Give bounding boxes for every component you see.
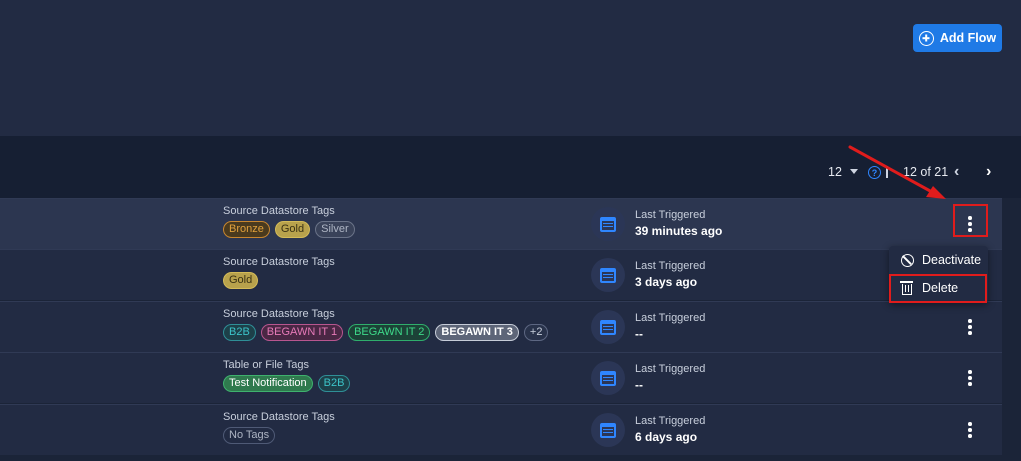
tag-list: Bronze Gold Silver: [223, 221, 355, 238]
tag: B2B: [317, 375, 351, 392]
calendar-icon: [591, 310, 625, 344]
deactivate-menu-item[interactable]: Deactivate: [889, 247, 988, 273]
last-triggered-label: Last Triggered: [635, 363, 706, 375]
tag-list: No Tags: [223, 427, 276, 444]
more-options-icon[interactable]: [961, 420, 979, 440]
tag: Bronze: [223, 221, 270, 238]
tag-title: Source Datastore Tags: [223, 256, 335, 268]
tag: Test Notification: [223, 375, 313, 392]
deactivate-label: Deactivate: [922, 253, 982, 267]
last-triggered-value: --: [635, 378, 643, 392]
calendar-icon: [591, 207, 625, 241]
tag-title: Source Datastore Tags: [223, 411, 335, 423]
last-triggered-label: Last Triggered: [635, 415, 706, 427]
tag: No Tags: [223, 427, 276, 444]
more-tags-badge[interactable]: +2: [523, 324, 549, 341]
tag-title: Table or File Tags: [223, 359, 310, 371]
tag-list: Gold: [223, 272, 259, 289]
add-flow-label: Add Flow: [939, 31, 997, 45]
tag-list: B2B BEGAWN IT 1 BEGAWN IT 2 BEGAWN IT 3 …: [223, 324, 549, 341]
last-triggered-value: 39 minutes ago: [635, 224, 723, 238]
add-flow-button[interactable]: Add Flow: [913, 24, 1002, 52]
toolbar: [0, 136, 1021, 198]
last-triggered-value: 3 days ago: [635, 275, 698, 289]
last-triggered-label: Last Triggered: [635, 260, 706, 272]
tag: Gold: [274, 221, 311, 238]
highlight-box: [889, 274, 987, 303]
highlight-box: [953, 204, 988, 237]
tag-list: Test Notification B2B: [223, 375, 351, 392]
last-triggered-label: Last Triggered: [635, 312, 706, 324]
calendar-icon: [591, 258, 625, 292]
help-icon[interactable]: ?: [868, 166, 881, 179]
more-options-icon[interactable]: [961, 368, 979, 388]
page-header: [0, 0, 1021, 136]
chevron-left-icon[interactable]: ‹: [954, 163, 959, 181]
divider: [886, 166, 888, 178]
tag: Silver: [315, 221, 355, 238]
more-options-icon[interactable]: [961, 317, 979, 337]
flow-row[interactable]: Source Datastore Tags B2B BEGAWN IT 1 BE…: [0, 301, 1002, 352]
tag-title: Source Datastore Tags: [223, 205, 335, 217]
last-triggered-value: 6 days ago: [635, 430, 698, 444]
chevron-right-icon[interactable]: ›: [986, 163, 991, 181]
tag: BEGAWN IT 3: [435, 324, 519, 341]
last-triggered-value: --: [635, 327, 643, 341]
caret-down-icon[interactable]: [850, 169, 858, 174]
tag-title: Source Datastore Tags: [223, 308, 335, 320]
ban-icon: [899, 253, 915, 267]
flow-row[interactable]: Table or File Tags Test Notification B2B…: [0, 352, 1002, 403]
calendar-icon: [591, 361, 625, 395]
calendar-icon: [591, 413, 625, 447]
tag: B2B: [223, 324, 256, 341]
page-size-select[interactable]: 12: [828, 163, 842, 181]
pagination-range: 12 of 21: [903, 165, 949, 179]
flow-row[interactable]: Source Datastore Tags Gold Last Triggere…: [0, 249, 1002, 300]
flow-row[interactable]: Source Datastore Tags Bronze Gold Silver…: [0, 198, 1002, 249]
tag: BEGAWN IT 1: [260, 324, 344, 341]
last-triggered-label: Last Triggered: [635, 209, 706, 221]
tag: BEGAWN IT 2: [348, 324, 431, 341]
tag: Gold: [223, 272, 259, 289]
flow-row[interactable]: Source Datastore Tags No Tags Last Trigg…: [0, 404, 1002, 455]
plus-circle-icon: [918, 30, 934, 46]
